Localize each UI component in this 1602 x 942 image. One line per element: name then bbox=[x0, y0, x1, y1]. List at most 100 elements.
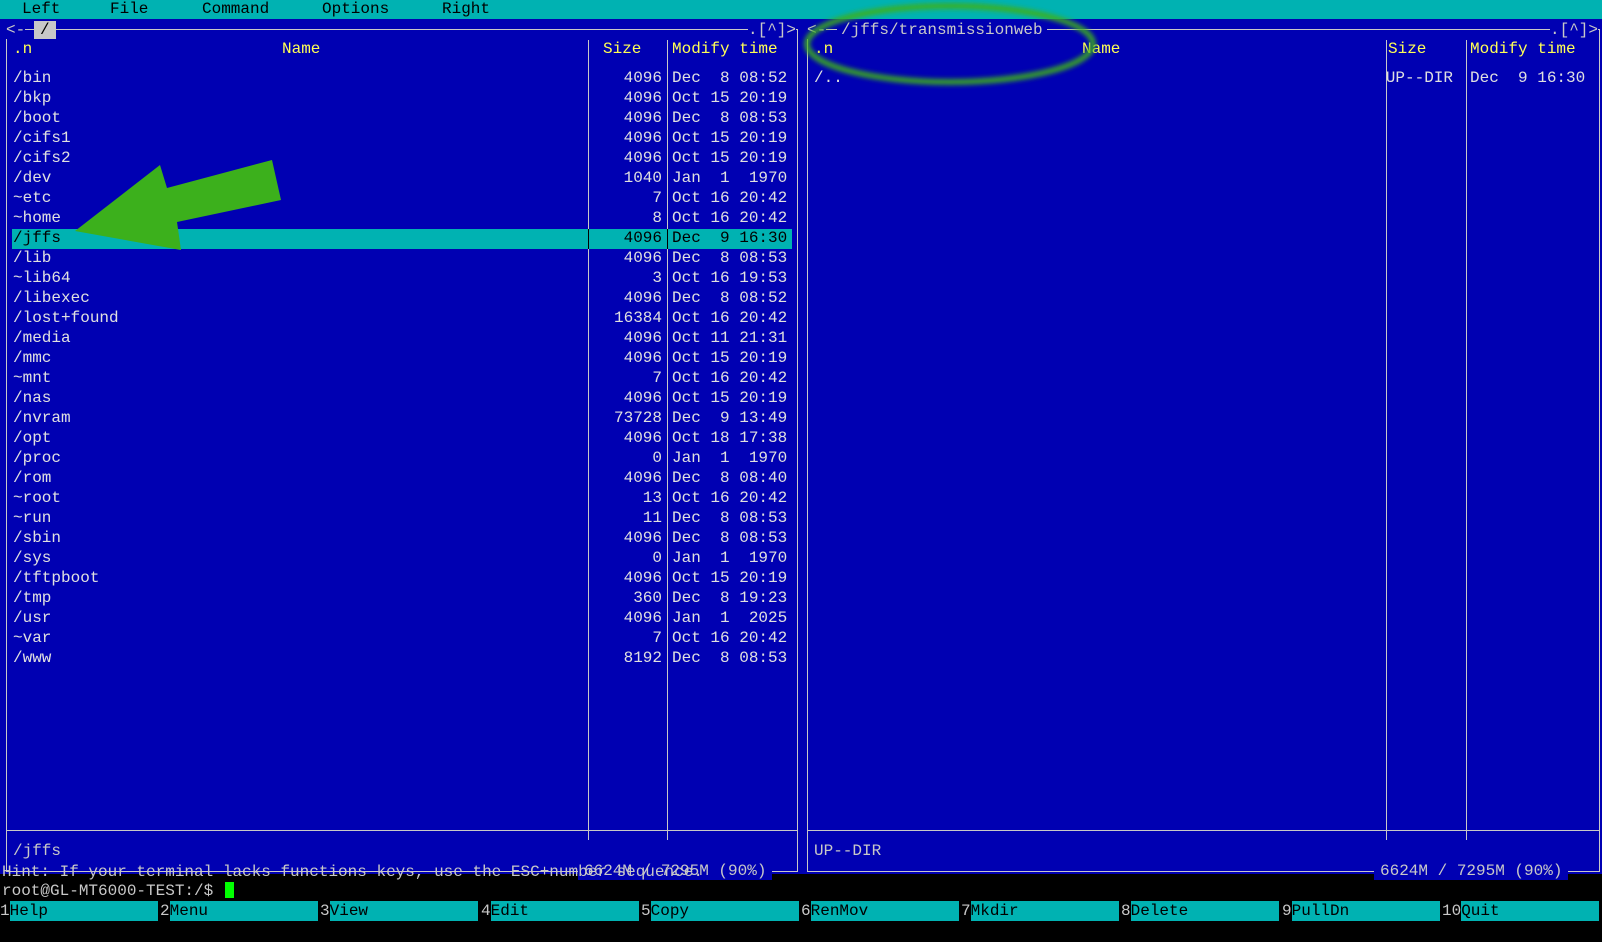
file-modify-time: Oct 15 20:19 bbox=[672, 89, 788, 107]
file-size: 4096 bbox=[623, 529, 662, 547]
left-file-row[interactable]: /lib 4096 Dec 8 08:53 bbox=[12, 249, 792, 269]
menu-file[interactable]: File bbox=[110, 0, 148, 19]
menu-right[interactable]: Right bbox=[442, 0, 490, 19]
right-column-divider bbox=[1386, 40, 1387, 840]
file-modify-time: Jan 1 1970 bbox=[672, 169, 788, 187]
left-file-row[interactable]: /rom 4096 Dec 8 08:40 bbox=[12, 469, 792, 489]
left-header-size[interactable]: Size bbox=[603, 40, 641, 58]
file-modify-time: Dec 8 08:53 bbox=[672, 529, 788, 547]
left-file-row[interactable]: ~lib64 3 Oct 16 19:53 bbox=[12, 269, 792, 289]
left-file-row[interactable]: /libexec 4096 Dec 8 08:52 bbox=[12, 289, 792, 309]
left-header-name[interactable]: Name bbox=[282, 40, 320, 58]
left-status-divider bbox=[6, 830, 798, 831]
file-size: 4096 bbox=[623, 349, 662, 367]
fkey-pulldn-button[interactable]: 9PullDn bbox=[1282, 901, 1442, 921]
menu-options[interactable]: Options bbox=[322, 0, 389, 19]
right-panel-path[interactable]: /jffs/transmissionweb bbox=[837, 21, 1047, 39]
right-header-size[interactable]: Size bbox=[1388, 40, 1426, 58]
left-sort-indicator[interactable]: .n bbox=[13, 40, 32, 58]
left-panel-history-right[interactable]: .[^]> bbox=[748, 21, 797, 39]
left-file-row[interactable]: /lost+found 16384 Oct 16 20:42 bbox=[12, 309, 792, 329]
left-file-row[interactable]: /bkp 4096 Oct 15 20:19 bbox=[12, 89, 792, 109]
left-file-row[interactable]: ~run 11 Dec 8 08:53 bbox=[12, 509, 792, 529]
file-size: 4096 bbox=[623, 129, 662, 147]
right-panel[interactable]: <- /jffs/transmissionweb .[^]> .n Name S… bbox=[800, 19, 1602, 880]
right-panel-history-right[interactable]: .[^]> bbox=[1550, 21, 1599, 39]
left-file-row[interactable]: /jffs 4096 Dec 9 16:30 bbox=[12, 229, 792, 249]
file-name: ~root bbox=[13, 489, 62, 507]
fkey-number: 9 bbox=[1282, 902, 1292, 920]
left-panel-history-left[interactable]: <- bbox=[6, 21, 26, 39]
fkey-mkdir-button[interactable]: 7Mkdir bbox=[961, 901, 1121, 921]
fkey-view-button[interactable]: 3View bbox=[320, 901, 480, 921]
left-panel[interactable]: <- / .[^]> .n Name Size Modify time /bin… bbox=[0, 19, 800, 880]
right-panel-history-left[interactable]: <- bbox=[807, 21, 827, 39]
fkey-label: View bbox=[329, 901, 478, 921]
left-header-time[interactable]: Modify time bbox=[672, 40, 778, 58]
file-size: 13 bbox=[642, 489, 662, 507]
menu-command[interactable]: Command bbox=[202, 0, 269, 19]
file-name: /boot bbox=[13, 109, 62, 127]
file-name: /bin bbox=[13, 69, 52, 87]
file-size: 4096 bbox=[623, 329, 662, 347]
fkey-quit-button[interactable]: 10Quit bbox=[1442, 901, 1602, 921]
file-size: 11 bbox=[642, 509, 662, 527]
left-file-row[interactable]: /boot 4096 Dec 8 08:53 bbox=[12, 109, 792, 129]
left-file-row[interactable]: /media 4096 Oct 11 21:31 bbox=[12, 329, 792, 349]
right-header-time[interactable]: Modify time bbox=[1470, 40, 1576, 58]
menu-left[interactable]: Left bbox=[22, 0, 60, 19]
file-modify-time: Oct 16 20:42 bbox=[672, 369, 788, 387]
right-header-name[interactable]: Name bbox=[1082, 40, 1120, 58]
fkey-menu-button[interactable]: 2Menu bbox=[160, 901, 320, 921]
file-name: /jffs bbox=[13, 229, 62, 247]
left-file-row[interactable]: /dev 1040 Jan 1 1970 bbox=[12, 169, 792, 189]
left-file-row[interactable]: /mmc 4096 Oct 15 20:19 bbox=[12, 349, 792, 369]
file-name: /media bbox=[13, 329, 71, 347]
left-file-row[interactable]: /sys 0 Jan 1 1970 bbox=[12, 549, 792, 569]
left-file-row[interactable]: /tftpboot 4096 Oct 15 20:19 bbox=[12, 569, 792, 589]
right-status-line: UP--DIR bbox=[814, 842, 882, 860]
fkey-delete-button[interactable]: 8Delete bbox=[1121, 901, 1281, 921]
left-file-row[interactable]: /www 8192 Dec 8 08:53 bbox=[12, 649, 792, 669]
file-name: /lost+found bbox=[13, 309, 119, 327]
left-file-row[interactable]: /bin 4096 Dec 8 08:52 bbox=[12, 69, 792, 89]
file-name: ~mnt bbox=[13, 369, 52, 387]
left-panel-path[interactable]: / bbox=[34, 21, 56, 39]
left-file-row[interactable]: ~home 8 Oct 16 20:42 bbox=[12, 209, 792, 229]
fkey-number: 6 bbox=[801, 902, 811, 920]
menu-bar: Left File Command Options Right bbox=[0, 0, 1602, 19]
command-prompt[interactable]: root@GL-MT6000-TEST:/$ bbox=[2, 882, 234, 900]
left-file-row[interactable]: ~etc 7 Oct 16 20:42 bbox=[12, 189, 792, 209]
left-file-row[interactable]: ~var 7 Oct 16 20:42 bbox=[12, 629, 792, 649]
left-file-row[interactable]: /nvram 73728 Dec 9 13:49 bbox=[12, 409, 792, 429]
left-file-row[interactable]: /opt 4096 Oct 18 17:38 bbox=[12, 429, 792, 449]
file-modify-time: Oct 15 20:19 bbox=[672, 389, 788, 407]
fkey-copy-button[interactable]: 5Copy bbox=[641, 901, 801, 921]
file-modify-time: Dec 8 08:40 bbox=[672, 469, 788, 487]
file-size: 4096 bbox=[623, 289, 662, 307]
right-file-row[interactable]: /.. UP--DIR Dec 9 16:30 bbox=[813, 69, 1595, 89]
fkey-renmov-button[interactable]: 6RenMov bbox=[801, 901, 961, 921]
left-file-row[interactable]: /tmp 360 Dec 8 19:23 bbox=[12, 589, 792, 609]
left-file-row[interactable]: /cifs1 4096 Oct 15 20:19 bbox=[12, 129, 792, 149]
fkey-edit-button[interactable]: 4Edit bbox=[481, 901, 641, 921]
left-file-row[interactable]: /nas 4096 Oct 15 20:19 bbox=[12, 389, 792, 409]
file-name: /libexec bbox=[13, 289, 90, 307]
file-name: /mmc bbox=[13, 349, 52, 367]
cursor bbox=[224, 882, 234, 898]
left-file-row[interactable]: /usr 4096 Jan 1 2025 bbox=[12, 609, 792, 629]
left-file-row[interactable]: ~root 13 Oct 16 20:42 bbox=[12, 489, 792, 509]
left-status-line: /jffs bbox=[13, 842, 62, 860]
fkey-number: 7 bbox=[961, 902, 971, 920]
left-file-row[interactable]: ~mnt 7 Oct 16 20:42 bbox=[12, 369, 792, 389]
function-key-bar: 1Help 2Menu 3View 4Edit 5Copy 6RenMov 7Mkdir 8D… bbox=[0, 901, 1602, 921]
file-name: /dev bbox=[13, 169, 52, 187]
file-modify-time: Dec 8 19:23 bbox=[672, 589, 788, 607]
right-status-divider bbox=[807, 830, 1600, 831]
left-file-row[interactable]: /cifs2 4096 Oct 15 20:19 bbox=[12, 149, 792, 169]
fkey-help-button[interactable]: 1Help bbox=[0, 901, 160, 921]
left-file-row[interactable]: /proc 0 Jan 1 1970 bbox=[12, 449, 792, 469]
file-name: ~var bbox=[13, 629, 52, 647]
right-sort-indicator[interactable]: .n bbox=[814, 40, 833, 58]
left-file-row[interactable]: /sbin 4096 Dec 8 08:53 bbox=[12, 529, 792, 549]
